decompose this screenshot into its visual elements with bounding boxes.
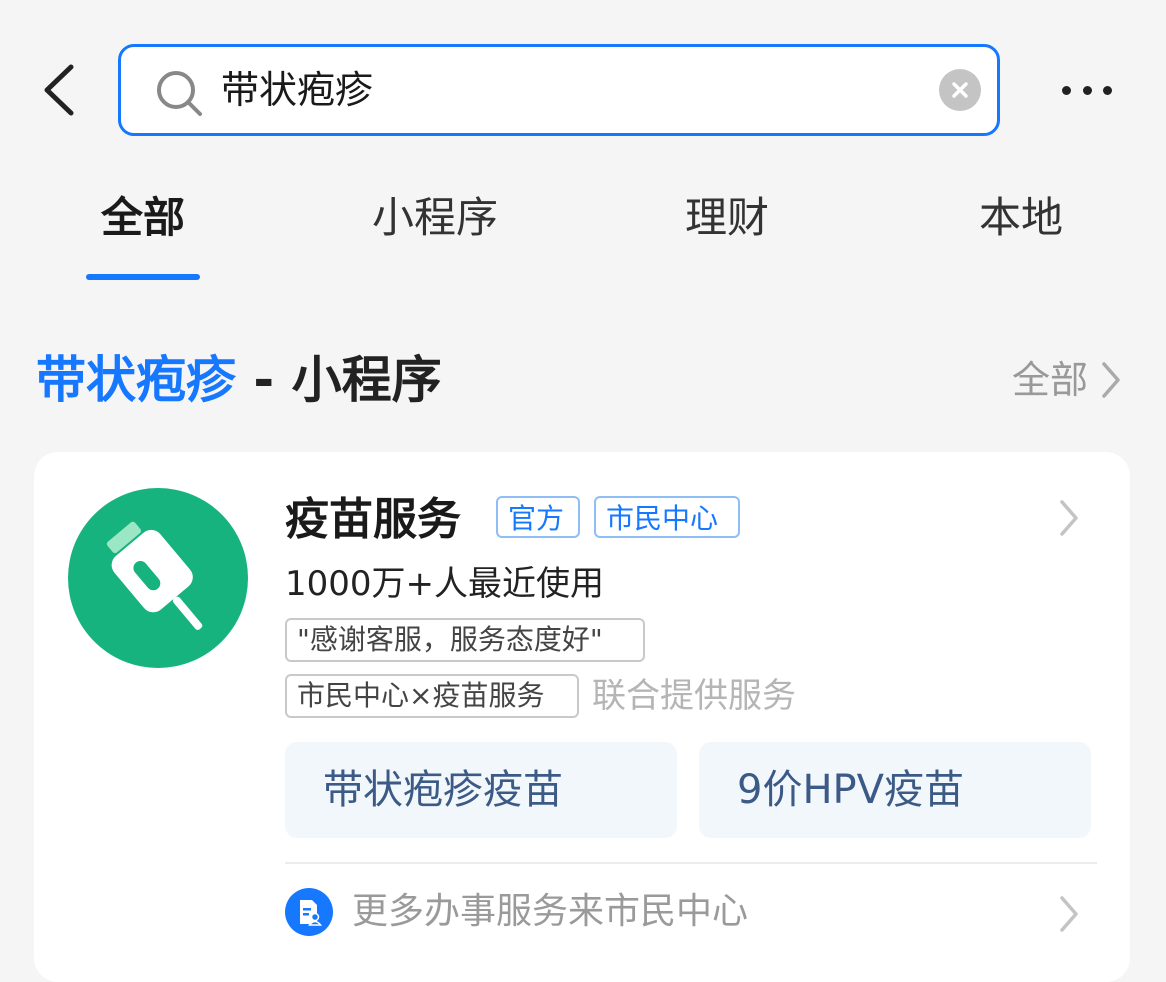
dot-icon (1082, 85, 1092, 95)
chevron-left-icon (44, 64, 74, 116)
mini-program-card[interactable]: 疫苗服务 官方 市民中心 1000万+人最近使用 "感谢客服，服务态度好" 市民… (34, 452, 1130, 982)
syringe-icon (106, 521, 203, 630)
joint-provider-note: 联合提供服务 (592, 676, 796, 716)
dot-icon (1062, 85, 1071, 95)
review-quote-tag: "感谢客服，服务态度好" (285, 618, 645, 662)
tab-mini-programs[interactable]: 小程序 (360, 186, 510, 250)
app-name[interactable]: 疫苗服务 (285, 488, 461, 552)
section-category: 小程序 (291, 351, 442, 409)
section-all-link[interactable]: 全部 (1012, 352, 1124, 408)
search-query-text[interactable]: 带状疱疹 (221, 47, 373, 133)
more-services-link[interactable]: 更多办事服务来市民中心 (352, 888, 748, 936)
quick-link-shingles-vaccine[interactable]: 带状疱疹疫苗 (285, 742, 677, 838)
official-badge: 官方 (496, 496, 580, 538)
chevron-right-icon (1102, 362, 1120, 398)
section-all-label: 全部 (1012, 358, 1089, 402)
search-input[interactable]: 带状疱疹 (118, 44, 1000, 136)
search-icon (157, 71, 202, 116)
more-options-button[interactable] (1062, 76, 1112, 104)
vaccine-app-logo[interactable] (68, 488, 248, 668)
clear-search-button[interactable] (939, 69, 981, 111)
dot-icon (1103, 85, 1112, 95)
usage-count: 1000万+人最近使用 (285, 564, 605, 604)
divider (285, 862, 1097, 864)
section-separator: - (236, 351, 292, 409)
chevron-right-icon[interactable] (1056, 894, 1082, 934)
section-title: 带状疱疹 - 小程序 (36, 345, 442, 415)
citizen-center-badge: 市民中心 (594, 496, 740, 538)
tab-local[interactable]: 本地 (966, 186, 1076, 250)
chevron-right-icon[interactable] (1056, 498, 1082, 538)
active-tab-indicator (86, 274, 200, 280)
document-user-icon (285, 888, 333, 936)
section-keyword: 带状疱疹 (36, 351, 236, 409)
joint-provider-tag: 市民中心×疫苗服务 (285, 674, 579, 718)
tab-all[interactable]: 全部 (86, 186, 200, 250)
quick-link-hpv-vaccine[interactable]: 9价HPV疫苗 (699, 742, 1091, 838)
back-button[interactable] (36, 62, 80, 118)
close-icon (952, 82, 968, 98)
tab-finance[interactable]: 理财 (672, 186, 782, 250)
